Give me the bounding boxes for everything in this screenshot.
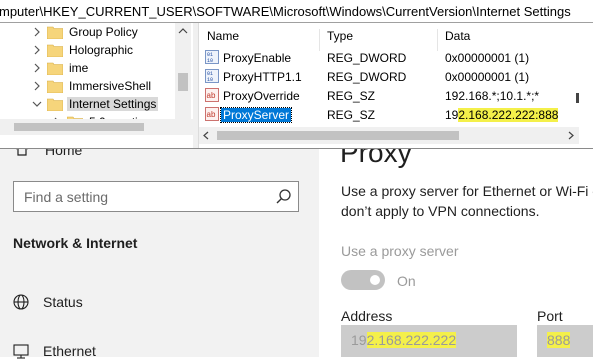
address-bar[interactable]: mputer\HKEY_CURRENT_USER\SOFTWARE\Micros… [0, 0, 593, 23]
nav-item-label: Status [43, 294, 83, 310]
svg-text:ab: ab [207, 110, 216, 119]
value-name: ProxyHTTP1.1 [223, 70, 302, 84]
svg-text:10: 10 [207, 58, 213, 64]
column-separator[interactable] [437, 29, 438, 51]
toggle-knob [370, 275, 380, 285]
value-name: ProxyEnable [223, 51, 292, 65]
port-field[interactable]: 888 [537, 325, 593, 357]
svg-text:ab: ab [207, 91, 216, 100]
search-icon[interactable] [275, 188, 292, 205]
scroll-thumb[interactable] [576, 93, 579, 103]
monitor-icon [13, 344, 29, 359]
address-value-prefix: 19 [351, 332, 367, 348]
value-row-proxyserver[interactable]: ab ProxyServer REG_SZ 192.168.222.222:88… [199, 106, 593, 124]
search-input[interactable] [24, 188, 264, 206]
column-header-name[interactable]: Name [207, 29, 239, 43]
scroll-left-icon[interactable] [202, 131, 210, 140]
value-data: 192.168.*;10.1.*;* [445, 89, 540, 103]
tree-horizontal-scrollbar[interactable] [0, 119, 193, 135]
address-value-highlight: 2.168.222.222 [366, 332, 457, 348]
proxy-description: Use a proxy server for Ethernet or Wi-Fi… [341, 181, 593, 221]
scroll-up-icon[interactable] [178, 27, 188, 35]
column-header-data[interactable]: Data [445, 29, 470, 43]
description-line: don’t apply to VPN connections. [341, 203, 540, 219]
chevron-right-icon[interactable] [32, 80, 42, 92]
svg-text:10: 10 [207, 77, 213, 83]
value-type: REG_SZ [327, 89, 376, 103]
nav-item-status[interactable]: Status [12, 290, 302, 314]
column-separator[interactable] [319, 29, 320, 51]
tree-vertical-scrollbar[interactable] [175, 23, 191, 119]
string-value-icon: ab [205, 88, 219, 102]
tree-item-label: ImmersiveShell [69, 79, 152, 93]
open-folder-icon [47, 98, 63, 111]
tree-item-label: ime [69, 61, 89, 75]
port-label: Port [537, 308, 563, 324]
folder-icon [47, 80, 63, 93]
folder-icon [47, 26, 63, 39]
toggle-state-label: On [397, 273, 416, 289]
address-path: mputer\HKEY_CURRENT_USER\SOFTWARE\Micros… [0, 4, 571, 19]
registry-values-list: Name Type Data 01 10 ProxyEnable REG_DWO… [198, 23, 593, 148]
value-data-prefix: 19 [445, 108, 459, 122]
nav-item-ethernet[interactable]: Ethernet [12, 339, 302, 363]
value-data: 0x00000001 (1) [445, 51, 530, 65]
tree-item-label: Holographic [69, 43, 134, 57]
value-row-proxyhttp11[interactable]: 01 10 ProxyHTTP1.1 REG_DWORD 0x00000001 … [199, 68, 593, 86]
address-value: 192.168.222.222 [351, 332, 457, 348]
port-value: 888 [547, 332, 571, 348]
address-label: Address [341, 308, 393, 324]
use-proxy-label: Use a proxy server [341, 243, 459, 259]
value-data-highlight: 2.168.222.222:888 [458, 108, 559, 122]
scroll-right-icon[interactable] [567, 131, 575, 140]
folder-icon [47, 44, 63, 57]
globe-icon [13, 294, 29, 310]
chevron-right-icon[interactable] [32, 26, 42, 38]
address-field[interactable]: 192.168.222.222 [341, 325, 517, 357]
description-line: Use a proxy server for Ethernet or Wi-Fi… [341, 183, 593, 199]
scroll-thumb[interactable] [14, 123, 144, 131]
values-horizontal-scrollbar[interactable] [199, 127, 579, 144]
value-type: REG_SZ [327, 108, 376, 122]
binary-value-icon: 01 10 [205, 69, 219, 83]
binary-value-icon: 01 10 [205, 50, 219, 64]
chevron-right-icon[interactable] [32, 44, 42, 56]
chevron-down-icon[interactable] [32, 98, 42, 110]
value-name: ProxyOverride [223, 89, 300, 103]
settings-search[interactable] [13, 181, 299, 212]
value-data: 192.168.222.222:888 [445, 108, 559, 122]
use-proxy-toggle[interactable] [341, 270, 385, 290]
value-type: REG_DWORD [327, 51, 407, 65]
value-row-proxyoverride[interactable]: ab ProxyOverride REG_SZ 192.168.*;10.1.*… [199, 87, 593, 105]
scroll-thumb[interactable] [217, 131, 459, 140]
chevron-right-icon[interactable] [32, 62, 42, 74]
values-vertical-scrollbar[interactable] [576, 47, 592, 121]
column-header-type[interactable]: Type [327, 29, 353, 43]
value-data: 0x00000001 (1) [445, 70, 530, 84]
registry-editor-window: mputer\HKEY_CURRENT_USER\SOFTWARE\Micros… [0, 0, 593, 149]
value-row-proxyenable[interactable]: 01 10 ProxyEnable REG_DWORD 0x00000001 (… [199, 49, 593, 67]
string-value-icon: ab [205, 107, 219, 121]
scroll-thumb[interactable] [178, 73, 188, 91]
section-title: Network & Internet [13, 235, 138, 251]
folder-icon [47, 62, 63, 75]
tree-item-label: Group Policy [69, 25, 138, 39]
value-name: ProxyServer [219, 107, 293, 123]
port-value-highlight: 888 [547, 332, 571, 348]
list-header: Name Type Data [199, 23, 593, 51]
value-type: REG_DWORD [327, 70, 407, 84]
tree-item-label: Internet Settings [67, 97, 159, 111]
